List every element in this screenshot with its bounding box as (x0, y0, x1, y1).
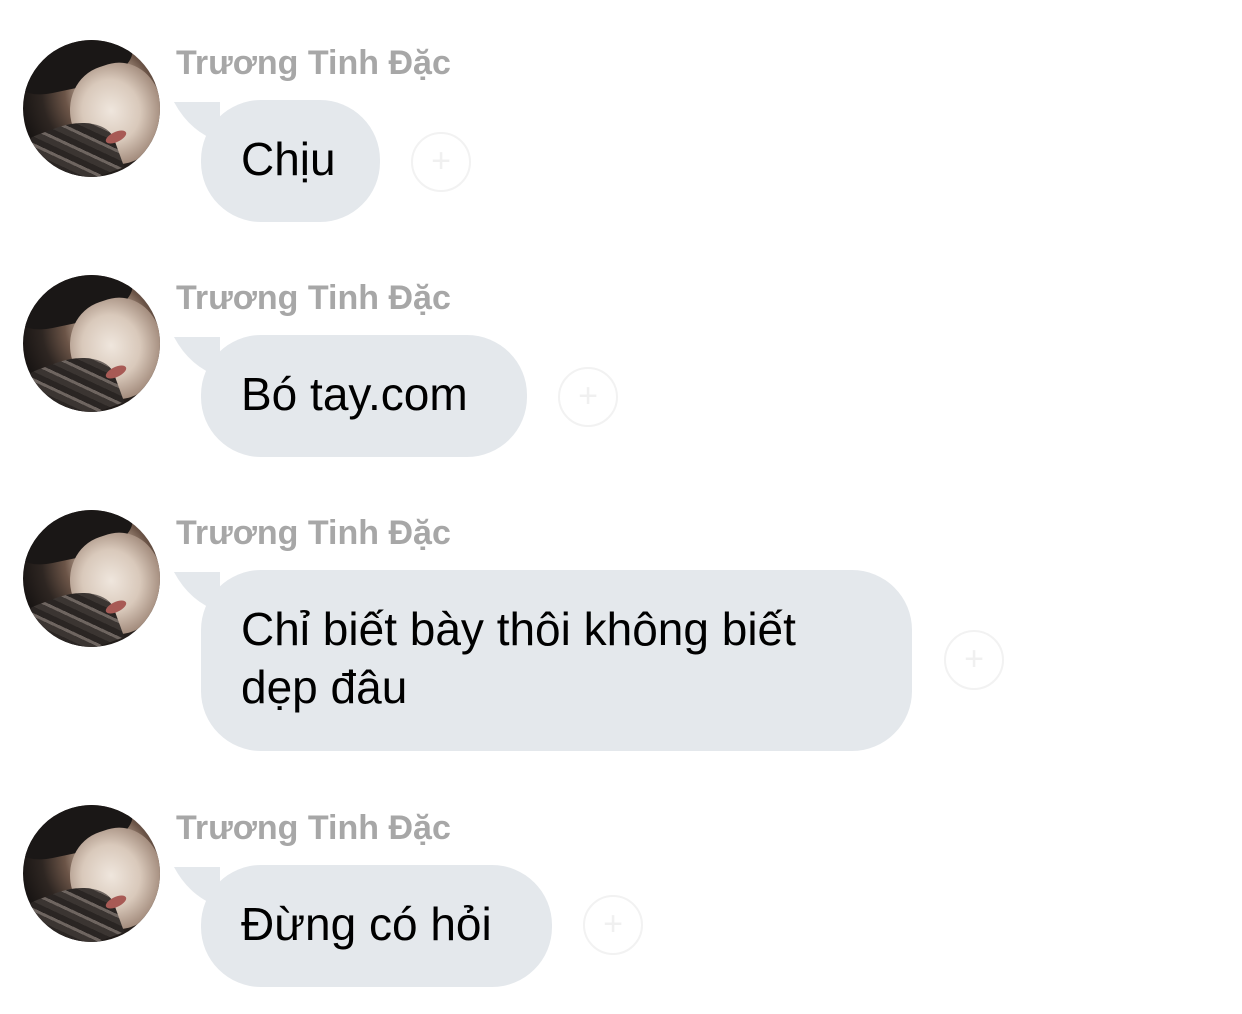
message-text: Chịu (241, 133, 336, 185)
message-row: Trương Tinh Đặc Bó tay.com + (0, 275, 1242, 465)
add-reaction-icon[interactable]: + (583, 895, 643, 955)
message-bubble[interactable]: Chỉ biết bày thôi không biết dẹp đâu (201, 570, 912, 751)
message-bubble[interactable]: Chịu (201, 100, 380, 222)
add-reaction-icon[interactable]: + (944, 630, 1004, 690)
avatar[interactable] (23, 805, 160, 942)
message-row: Trương Tinh Đặc Chỉ biết bày thôi không … (0, 510, 1242, 760)
add-reaction-icon[interactable]: + (411, 132, 471, 192)
sender-name: Trương Tinh Đặc (176, 279, 451, 317)
message-text: Chỉ biết bày thôi không biết dẹp đâu (241, 603, 796, 713)
message-row: Trương Tinh Đặc Đừng có hỏi + (0, 805, 1242, 995)
message-bubble[interactable]: Đừng có hỏi (201, 865, 552, 987)
sender-name: Trương Tinh Đặc (176, 514, 451, 552)
avatar[interactable] (23, 275, 160, 412)
message-row: Trương Tinh Đặc Chịu + (0, 40, 1242, 230)
avatar[interactable] (23, 510, 160, 647)
message-text: Đừng có hỏi (241, 898, 492, 950)
avatar[interactable] (23, 40, 160, 177)
add-reaction-icon[interactable]: + (558, 367, 618, 427)
sender-name: Trương Tinh Đặc (176, 809, 451, 847)
message-bubble[interactable]: Bó tay.com (201, 335, 527, 457)
sender-name: Trương Tinh Đặc (176, 44, 451, 82)
message-text: Bó tay.com (241, 368, 468, 420)
